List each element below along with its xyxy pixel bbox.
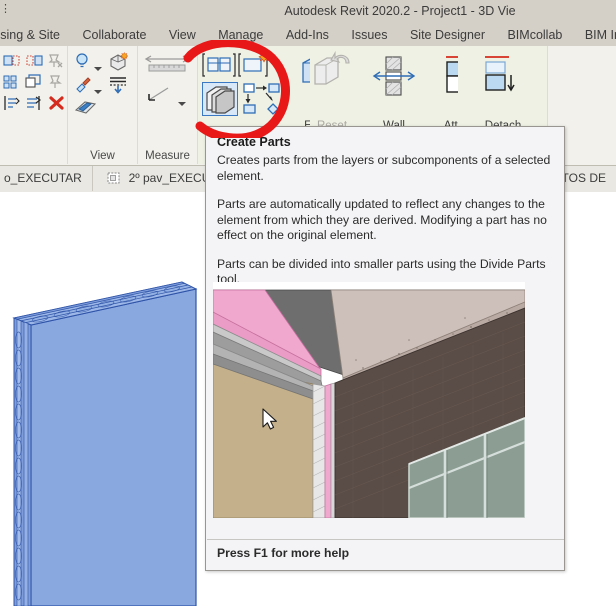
cut-icon[interactable] bbox=[24, 52, 46, 75]
tooltip-title: Create Parts bbox=[217, 135, 291, 149]
title-bar: ⋮ Autodesk Revit 2020.2 - Project1 - 3D … bbox=[0, 0, 616, 24]
detach-top-base-icon[interactable] bbox=[482, 54, 526, 105]
create-similar-icon[interactable] bbox=[202, 51, 238, 86]
tooltip-footer: Press F1 for more help bbox=[217, 546, 350, 560]
ribbon-tab-bar: ssing & Site Collaborate View Manage Add… bbox=[0, 24, 616, 47]
tooltip-body: Creates parts from the layers or subcomp… bbox=[217, 153, 555, 301]
application-title: Autodesk Revit 2020.2 - Project1 - 3D Vi… bbox=[284, 4, 516, 18]
menu-add-ins[interactable]: Add-Ins bbox=[277, 24, 338, 46]
delete-icon[interactable] bbox=[47, 94, 67, 117]
tooltip-footer-divider bbox=[207, 539, 564, 540]
divide-parts-icon[interactable] bbox=[242, 82, 292, 123]
align-icon[interactable] bbox=[2, 94, 24, 117]
split-icon[interactable] bbox=[24, 94, 46, 117]
tooltip-paragraph-1: Creates parts from the layers or subcomp… bbox=[217, 153, 551, 183]
remove-hidden-lines-icon[interactable] bbox=[74, 98, 98, 123]
hidden-elements-icon[interactable] bbox=[74, 52, 92, 76]
menu-manage[interactable]: Manage bbox=[209, 24, 272, 46]
unpin-icon bbox=[46, 52, 66, 75]
sheet-icon bbox=[107, 168, 120, 184]
menu-bimcollab[interactable]: BIMcollab bbox=[498, 24, 571, 46]
paint-icon[interactable] bbox=[74, 75, 92, 98]
menu-issues[interactable]: Issues bbox=[342, 24, 396, 46]
scale-icon[interactable] bbox=[24, 73, 46, 96]
show-hidden-lines-icon[interactable] bbox=[108, 75, 130, 99]
view-tab-label-1: o_EXECUTAR bbox=[4, 171, 82, 185]
menu-collaborate[interactable]: Collaborate bbox=[73, 24, 155, 46]
selected-wall-element bbox=[12, 281, 198, 606]
panel-label-measure: Measure bbox=[145, 150, 190, 162]
create-parts-button[interactable] bbox=[202, 82, 238, 116]
menu-view[interactable]: View bbox=[160, 24, 205, 46]
menu-bim-interoperability[interactable]: BIM Interoper bbox=[576, 24, 616, 46]
pin-icon bbox=[46, 73, 66, 96]
chevron-down-icon-3[interactable] bbox=[178, 94, 186, 112]
chevron-down-icon[interactable] bbox=[94, 59, 102, 77]
render-icon[interactable] bbox=[108, 51, 130, 76]
panel-label-view: View bbox=[90, 150, 115, 162]
tooltip-paragraph-2: Parts are automatically updated to refle… bbox=[217, 197, 547, 242]
reset-profile-icon bbox=[311, 50, 353, 92]
menu-site-designer[interactable]: Site Designer bbox=[401, 24, 494, 46]
3d-wall-parts-preview bbox=[213, 282, 525, 518]
panel-view: View bbox=[68, 46, 138, 164]
panel-clipboard bbox=[0, 46, 68, 164]
measure-between-references-icon[interactable] bbox=[143, 54, 191, 81]
panel-measure: Measure bbox=[138, 46, 198, 164]
view-tab-executar-1[interactable]: o_EXECUTAR bbox=[0, 166, 93, 191]
wall-opening-icon[interactable] bbox=[372, 54, 416, 105]
array-icon[interactable] bbox=[2, 73, 24, 96]
measure-along-element-icon[interactable] bbox=[146, 84, 176, 113]
cope-icon[interactable] bbox=[2, 52, 24, 75]
tooltip-image bbox=[213, 282, 525, 518]
create-assembly-icon[interactable] bbox=[238, 51, 274, 86]
menu-massing-site[interactable]: ssing & Site bbox=[0, 24, 69, 46]
tooltip-create-parts: Create Parts Creates parts from the laye… bbox=[205, 126, 565, 571]
